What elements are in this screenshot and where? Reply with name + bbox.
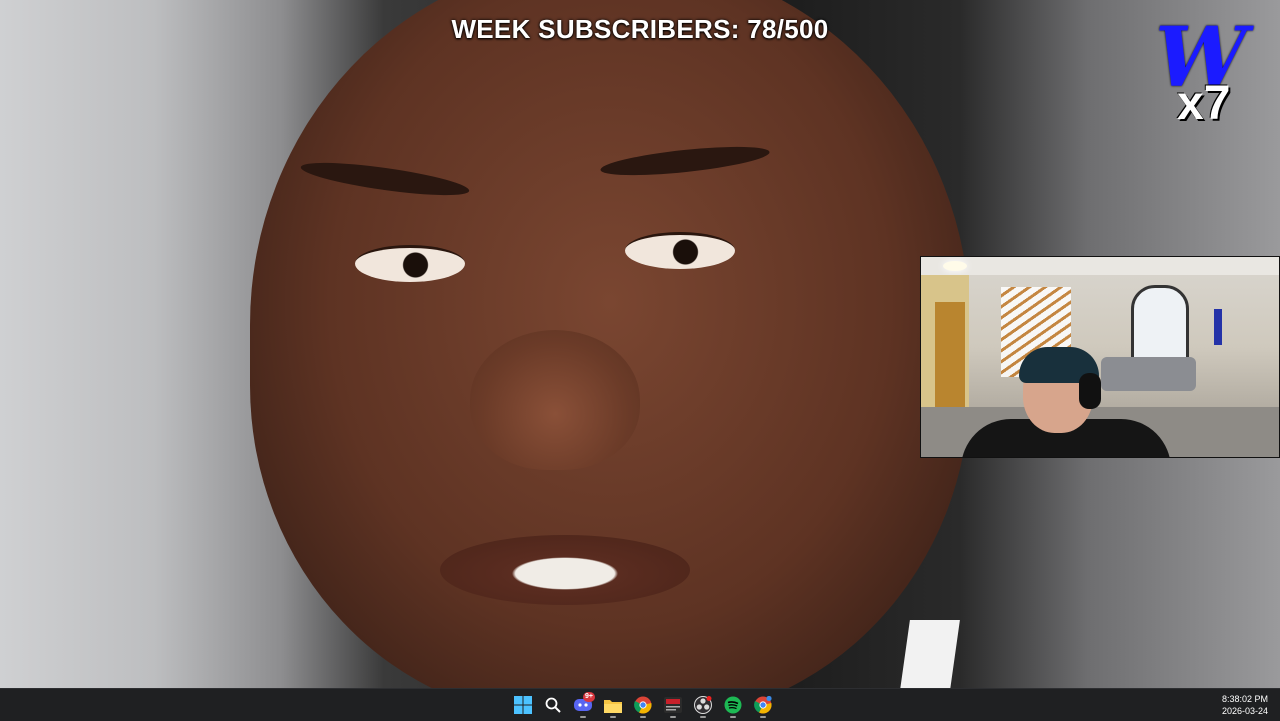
taskbar-icons: 9+ bbox=[511, 692, 775, 718]
discord-badge: 9+ bbox=[583, 692, 595, 702]
streamer bbox=[961, 347, 1171, 457]
webcam-overlay bbox=[920, 256, 1280, 458]
shirt-collar bbox=[900, 620, 960, 688]
discord-icon[interactable]: 9+ bbox=[571, 692, 595, 718]
left-eye bbox=[355, 245, 465, 282]
chrome-icon[interactable] bbox=[631, 692, 655, 718]
webcam-ceiling-light bbox=[943, 261, 967, 271]
file-explorer-icon[interactable] bbox=[601, 692, 625, 718]
obs-icon[interactable] bbox=[691, 692, 715, 718]
spotify-icon[interactable] bbox=[721, 692, 745, 718]
webcam-ceiling bbox=[921, 257, 1279, 275]
chrome-alt-icon[interactable] bbox=[751, 692, 775, 718]
subscriber-counter: WEEK SUBSCRIBERS: 78/500 bbox=[451, 14, 829, 44]
media-app-icon[interactable] bbox=[661, 692, 685, 718]
right-eye bbox=[625, 232, 735, 269]
clock-date: 2026-03-24 bbox=[1221, 706, 1268, 716]
headphones bbox=[1079, 373, 1101, 409]
channel-logo: W x7 bbox=[1155, 10, 1265, 134]
system-clock[interactable]: 8:38:02 PM 2026-03-24 bbox=[1222, 693, 1268, 717]
taskbar: 9+ 8:38:02 PM 2026-03-24 bbox=[0, 688, 1280, 721]
webcam-tv bbox=[1214, 309, 1222, 345]
search-icon[interactable] bbox=[541, 692, 565, 718]
nose bbox=[470, 330, 640, 470]
mouth bbox=[440, 535, 690, 605]
clock-time: 8:38:02 PM bbox=[1221, 694, 1268, 704]
logo-suffix: x7 bbox=[1177, 77, 1231, 130]
windows-start-icon[interactable] bbox=[511, 692, 535, 718]
